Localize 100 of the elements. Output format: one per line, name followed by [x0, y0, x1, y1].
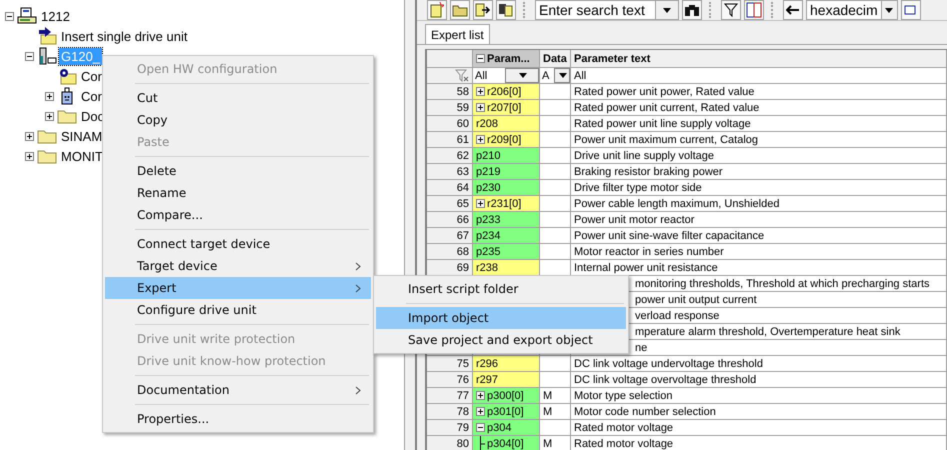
row-number: 67 — [427, 228, 473, 244]
table-cell: p210 — [473, 148, 540, 164]
row-number: 79 — [427, 420, 473, 436]
row-number: 60 — [427, 116, 473, 132]
tree-item[interactable]: MONIT — [59, 148, 105, 164]
export-icon[interactable] — [473, 0, 493, 20]
filter-dropdown[interactable]: All — [473, 68, 540, 84]
expand-icon[interactable] — [45, 112, 54, 120]
list-icon[interactable] — [744, 0, 764, 20]
collapse-icon[interactable] — [476, 423, 485, 432]
table-cell — [540, 132, 571, 148]
menu-item[interactable]: Cut — [105, 87, 371, 109]
expand-icon[interactable] — [25, 152, 34, 160]
expand-icon[interactable] — [476, 391, 485, 400]
expand-icon[interactable] — [476, 103, 485, 112]
row-number: 62 — [427, 148, 473, 164]
filter-icon[interactable] — [721, 0, 741, 20]
table-cell: Power cable length maximum, Unshielded — [571, 196, 947, 212]
table-cell: r297 — [473, 372, 540, 388]
dropdown-arrow-icon[interactable] — [559, 73, 567, 78]
table-cell — [540, 228, 571, 244]
tree-item[interactable]: SINAM — [59, 128, 104, 144]
expand-icon[interactable] — [476, 407, 485, 416]
table-cell — [540, 100, 571, 116]
tree-item[interactable]: Cor — [79, 88, 104, 104]
table-cell: r207[0] — [473, 100, 540, 116]
table-cell — [540, 180, 571, 196]
expand-icon[interactable] — [476, 199, 485, 208]
menu-item[interactable]: Properties... — [105, 408, 371, 430]
table-cell: Rated motor voltage — [571, 420, 947, 436]
menu-item[interactable]: Copy — [105, 109, 371, 131]
table-cell — [540, 164, 571, 180]
menu-item[interactable]: Compare... — [105, 204, 371, 226]
gear-folder-icon — [57, 67, 77, 85]
table-cell: p300[0] — [473, 388, 540, 404]
table-cell — [540, 244, 571, 260]
menu-item[interactable]: Delete — [105, 160, 371, 182]
drive-unit-icon — [37, 47, 57, 65]
table-cell — [540, 116, 571, 132]
row-number: 61 — [427, 132, 473, 148]
tree-item[interactable]: Cor — [79, 68, 104, 84]
expand-icon[interactable] — [476, 87, 485, 96]
dropdown-arrow-icon[interactable] — [885, 8, 894, 12]
column-header[interactable]: Data — [540, 50, 571, 68]
insert-icon — [37, 27, 57, 45]
collapse-icon[interactable] — [25, 52, 34, 60]
arrow-left-icon[interactable] — [783, 0, 803, 20]
table-cell: p304[0] — [473, 436, 540, 450]
open-folder-icon[interactable] — [450, 0, 470, 20]
row-number: 65 — [427, 196, 473, 212]
table-cell: p301[0] — [473, 404, 540, 420]
table-cell: Rated power unit current, Rated value — [571, 100, 947, 116]
tree-item[interactable]: 1212 — [39, 8, 72, 24]
table-cell: M — [540, 404, 571, 420]
collapse-icon[interactable] — [476, 54, 485, 63]
menu-item[interactable]: Documentation — [105, 379, 371, 401]
menu-item[interactable]: Import object — [376, 307, 626, 329]
tree-item[interactable]: Insert single drive unit — [59, 28, 190, 44]
new-parameter-icon[interactable] — [427, 0, 447, 20]
table-cell: DC link voltage undervoltage threshold — [571, 356, 947, 372]
table-cell: Rated power unit line supply voltage — [571, 116, 947, 132]
column-header[interactable]: Parameter text — [571, 50, 947, 68]
column-header[interactable]: Param... — [473, 50, 540, 68]
table-cell — [540, 84, 571, 100]
row-number: 76 — [427, 372, 473, 388]
search-field[interactable]: Enter search text — [535, 0, 679, 20]
tab[interactable]: Expert list — [425, 24, 490, 44]
connect-icon[interactable] — [901, 0, 921, 20]
menu-item[interactable]: Rename — [105, 182, 371, 204]
dropdown-arrow-icon[interactable] — [663, 8, 671, 12]
menu-item[interactable]: Configure drive unit — [105, 299, 371, 321]
table-cell: Motor code number selection — [571, 404, 947, 420]
table-cell: p304 — [473, 420, 540, 436]
table-cell: Braking resistor braking power — [571, 164, 947, 180]
collapse-icon[interactable] — [5, 12, 14, 20]
table-cell: r209[0] — [473, 132, 540, 148]
binoculars-icon[interactable] — [682, 0, 702, 20]
table-cell: Drive unit line supply voltage — [571, 148, 947, 164]
expand-icon[interactable] — [45, 92, 54, 100]
expand-icon[interactable] — [476, 135, 485, 144]
computer-icon — [17, 7, 37, 25]
menu-item[interactable]: Target device — [105, 255, 371, 277]
table-cell: r296 — [473, 356, 540, 372]
dropdown-arrow-icon[interactable] — [519, 73, 527, 78]
menu-item[interactable]: Expert — [105, 277, 371, 299]
table-cell — [540, 148, 571, 164]
table-cell: r206[0] — [473, 84, 540, 100]
table-cell — [540, 356, 571, 372]
filter-field[interactable]: All — [571, 68, 947, 84]
expand-icon[interactable] — [25, 132, 34, 140]
clear-filter-icon[interactable] — [455, 69, 469, 82]
table-cell: Power unit maximum current, Catalog — [571, 132, 947, 148]
table-cell: r231[0] — [473, 196, 540, 212]
compare-icon[interactable] — [496, 0, 516, 20]
format-dropdown[interactable]: hexadecim — [806, 0, 898, 20]
filter-dropdown[interactable]: A — [540, 68, 571, 84]
menu-item[interactable]: Connect target device — [105, 233, 371, 255]
table-cell — [540, 372, 571, 388]
row-number: 78 — [427, 404, 473, 420]
table-cell: Rated motor voltage — [571, 436, 947, 450]
